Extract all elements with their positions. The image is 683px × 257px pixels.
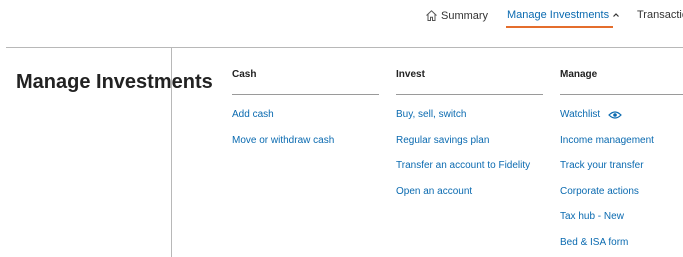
cash-heading-rule [232,94,379,95]
income-management-link[interactable]: Income management [560,135,683,161]
invest-links: Buy, sell, switch Regular savings plan T… [396,109,543,211]
active-nav-underline [506,26,613,28]
bed-isa-form-link[interactable]: Bed & ISA form [560,237,683,257]
watchlist-label: Watchlist [560,109,601,120]
manage-links: Watchlist Income management Track your t… [560,109,683,257]
manage-heading-rule [560,94,683,95]
nav-transactions[interactable]: Transactio [637,9,683,21]
nav-transactions-label: Transactio [637,9,683,21]
manage-column: Manage Watchlist Income management Track… [560,69,683,257]
home-icon [425,9,438,22]
nav-manage-investments-label: Manage Investments [507,9,610,21]
invest-heading-rule [396,94,543,95]
tax-hub-link[interactable]: Tax hub - New [560,211,683,237]
nav-manage-investments[interactable]: Manage Investments [507,9,620,21]
nav-summary-label: Summary [441,9,489,22]
top-navigation: Summary Manage Investments Transactio [0,0,683,46]
eye-icon [608,110,623,120]
move-withdraw-cash-link[interactable]: Move or withdraw cash [232,135,379,161]
track-transfer-link[interactable]: Track your transfer [560,160,683,186]
chevron-up-icon [612,11,620,19]
buy-sell-switch-link[interactable]: Buy, sell, switch [396,109,543,135]
open-account-link[interactable]: Open an account [396,186,543,212]
invest-heading: Invest [396,69,425,80]
cash-heading: Cash [232,69,257,80]
cash-links: Add cash Move or withdraw cash [232,109,379,160]
manage-heading: Manage [560,69,598,80]
menu-top-divider [6,47,683,48]
add-cash-link[interactable]: Add cash [232,109,379,135]
nav-summary[interactable]: Summary [425,9,488,22]
page-title: Manage Investments [16,71,213,93]
cash-column: Cash Add cash Move or withdraw cash [232,69,379,160]
watchlist-link[interactable]: Watchlist [560,109,683,135]
transfer-account-link[interactable]: Transfer an account to Fidelity [396,160,543,186]
invest-column: Invest Buy, sell, switch Regular savings… [396,69,543,211]
regular-savings-plan-link[interactable]: Regular savings plan [396,135,543,161]
corporate-actions-link[interactable]: Corporate actions [560,186,683,212]
